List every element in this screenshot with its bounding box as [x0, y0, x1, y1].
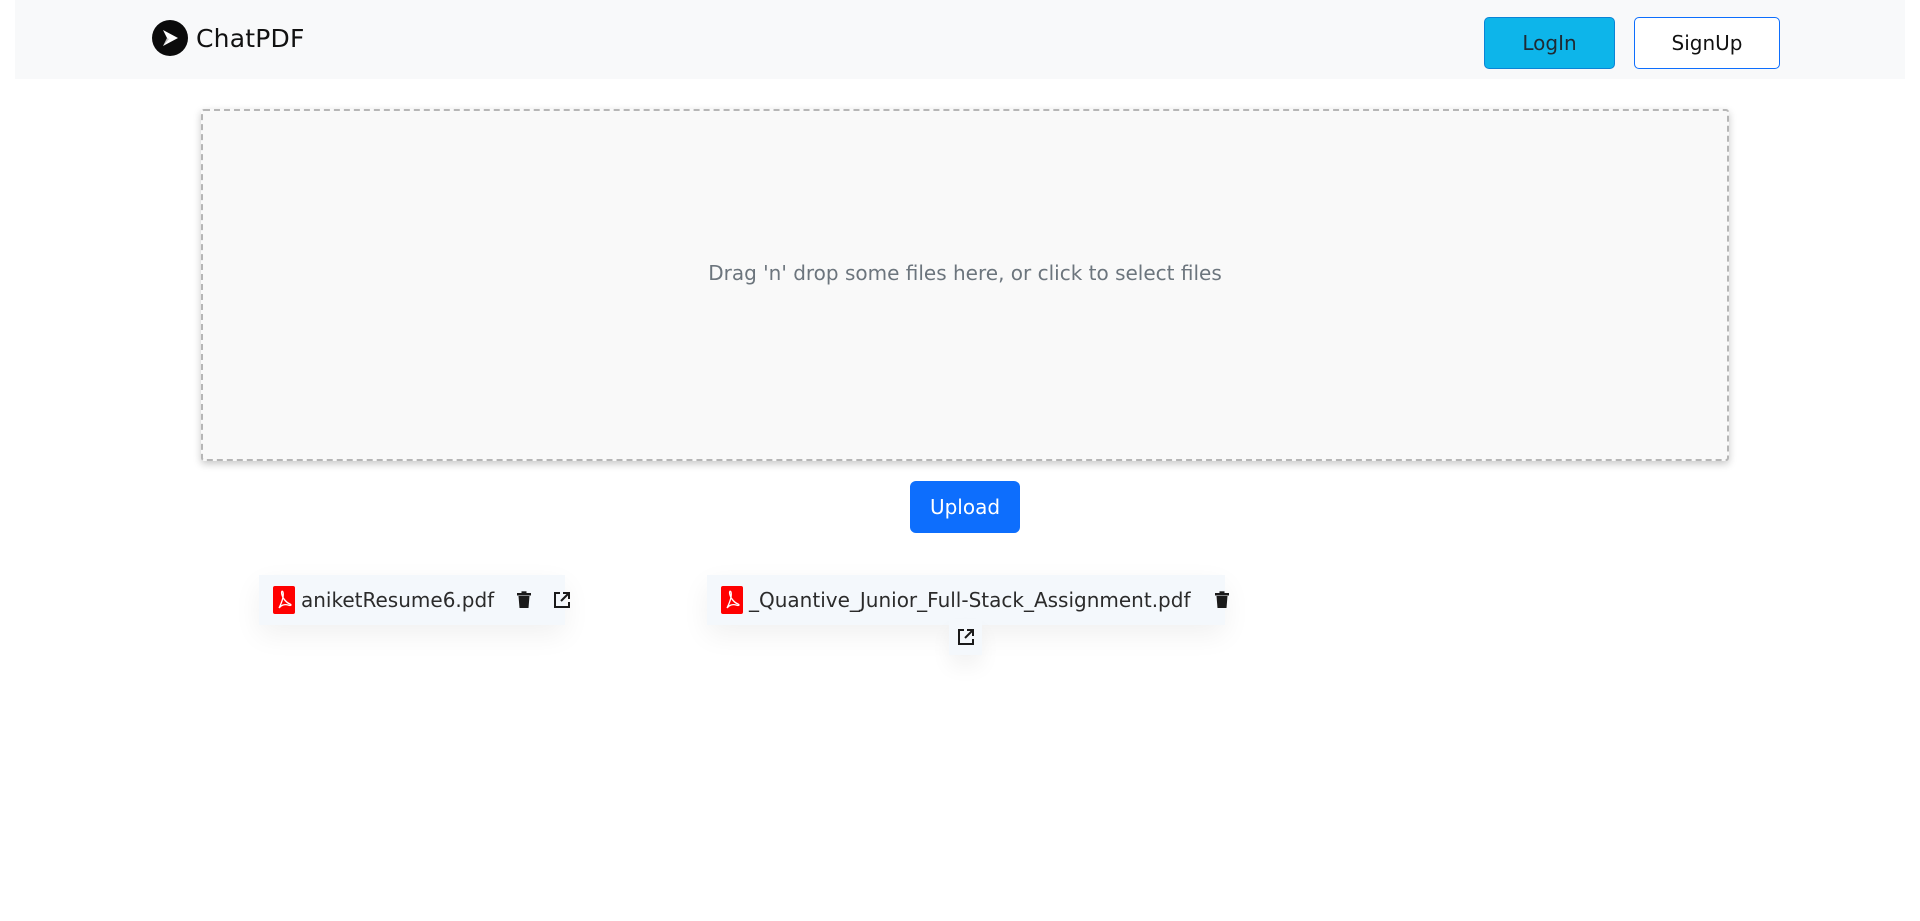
- navbar: ChatPDF LogIn SignUp: [15, 0, 1905, 79]
- file-name: _Quantive_Junior_Full-Stack_Assignment.p…: [749, 588, 1191, 612]
- external-link-icon[interactable]: [550, 588, 574, 612]
- trash-icon[interactable]: [512, 588, 536, 612]
- upload-button[interactable]: Upload: [910, 481, 1020, 533]
- pdf-file-icon: [721, 586, 743, 614]
- external-link-icon[interactable]: [949, 619, 982, 655]
- file-name: aniketResume6.pdf: [301, 588, 495, 612]
- trash-icon[interactable]: [1210, 588, 1234, 612]
- file-dropzone[interactable]: Drag 'n' drop some files here, or click …: [201, 109, 1729, 461]
- send-arrow-icon: [152, 20, 188, 56]
- file-card: _Quantive_Junior_Full-Stack_Assignment.p…: [707, 575, 1230, 625]
- pdf-file-icon: [273, 586, 295, 614]
- signup-button[interactable]: SignUp: [1634, 17, 1780, 69]
- dropzone-text: Drag 'n' drop some files here, or click …: [708, 260, 1222, 285]
- brand[interactable]: ChatPDF: [152, 20, 305, 56]
- file-card: aniketResume6.pdf: [259, 575, 571, 625]
- brand-name: ChatPDF: [196, 23, 305, 53]
- login-button[interactable]: LogIn: [1484, 17, 1615, 69]
